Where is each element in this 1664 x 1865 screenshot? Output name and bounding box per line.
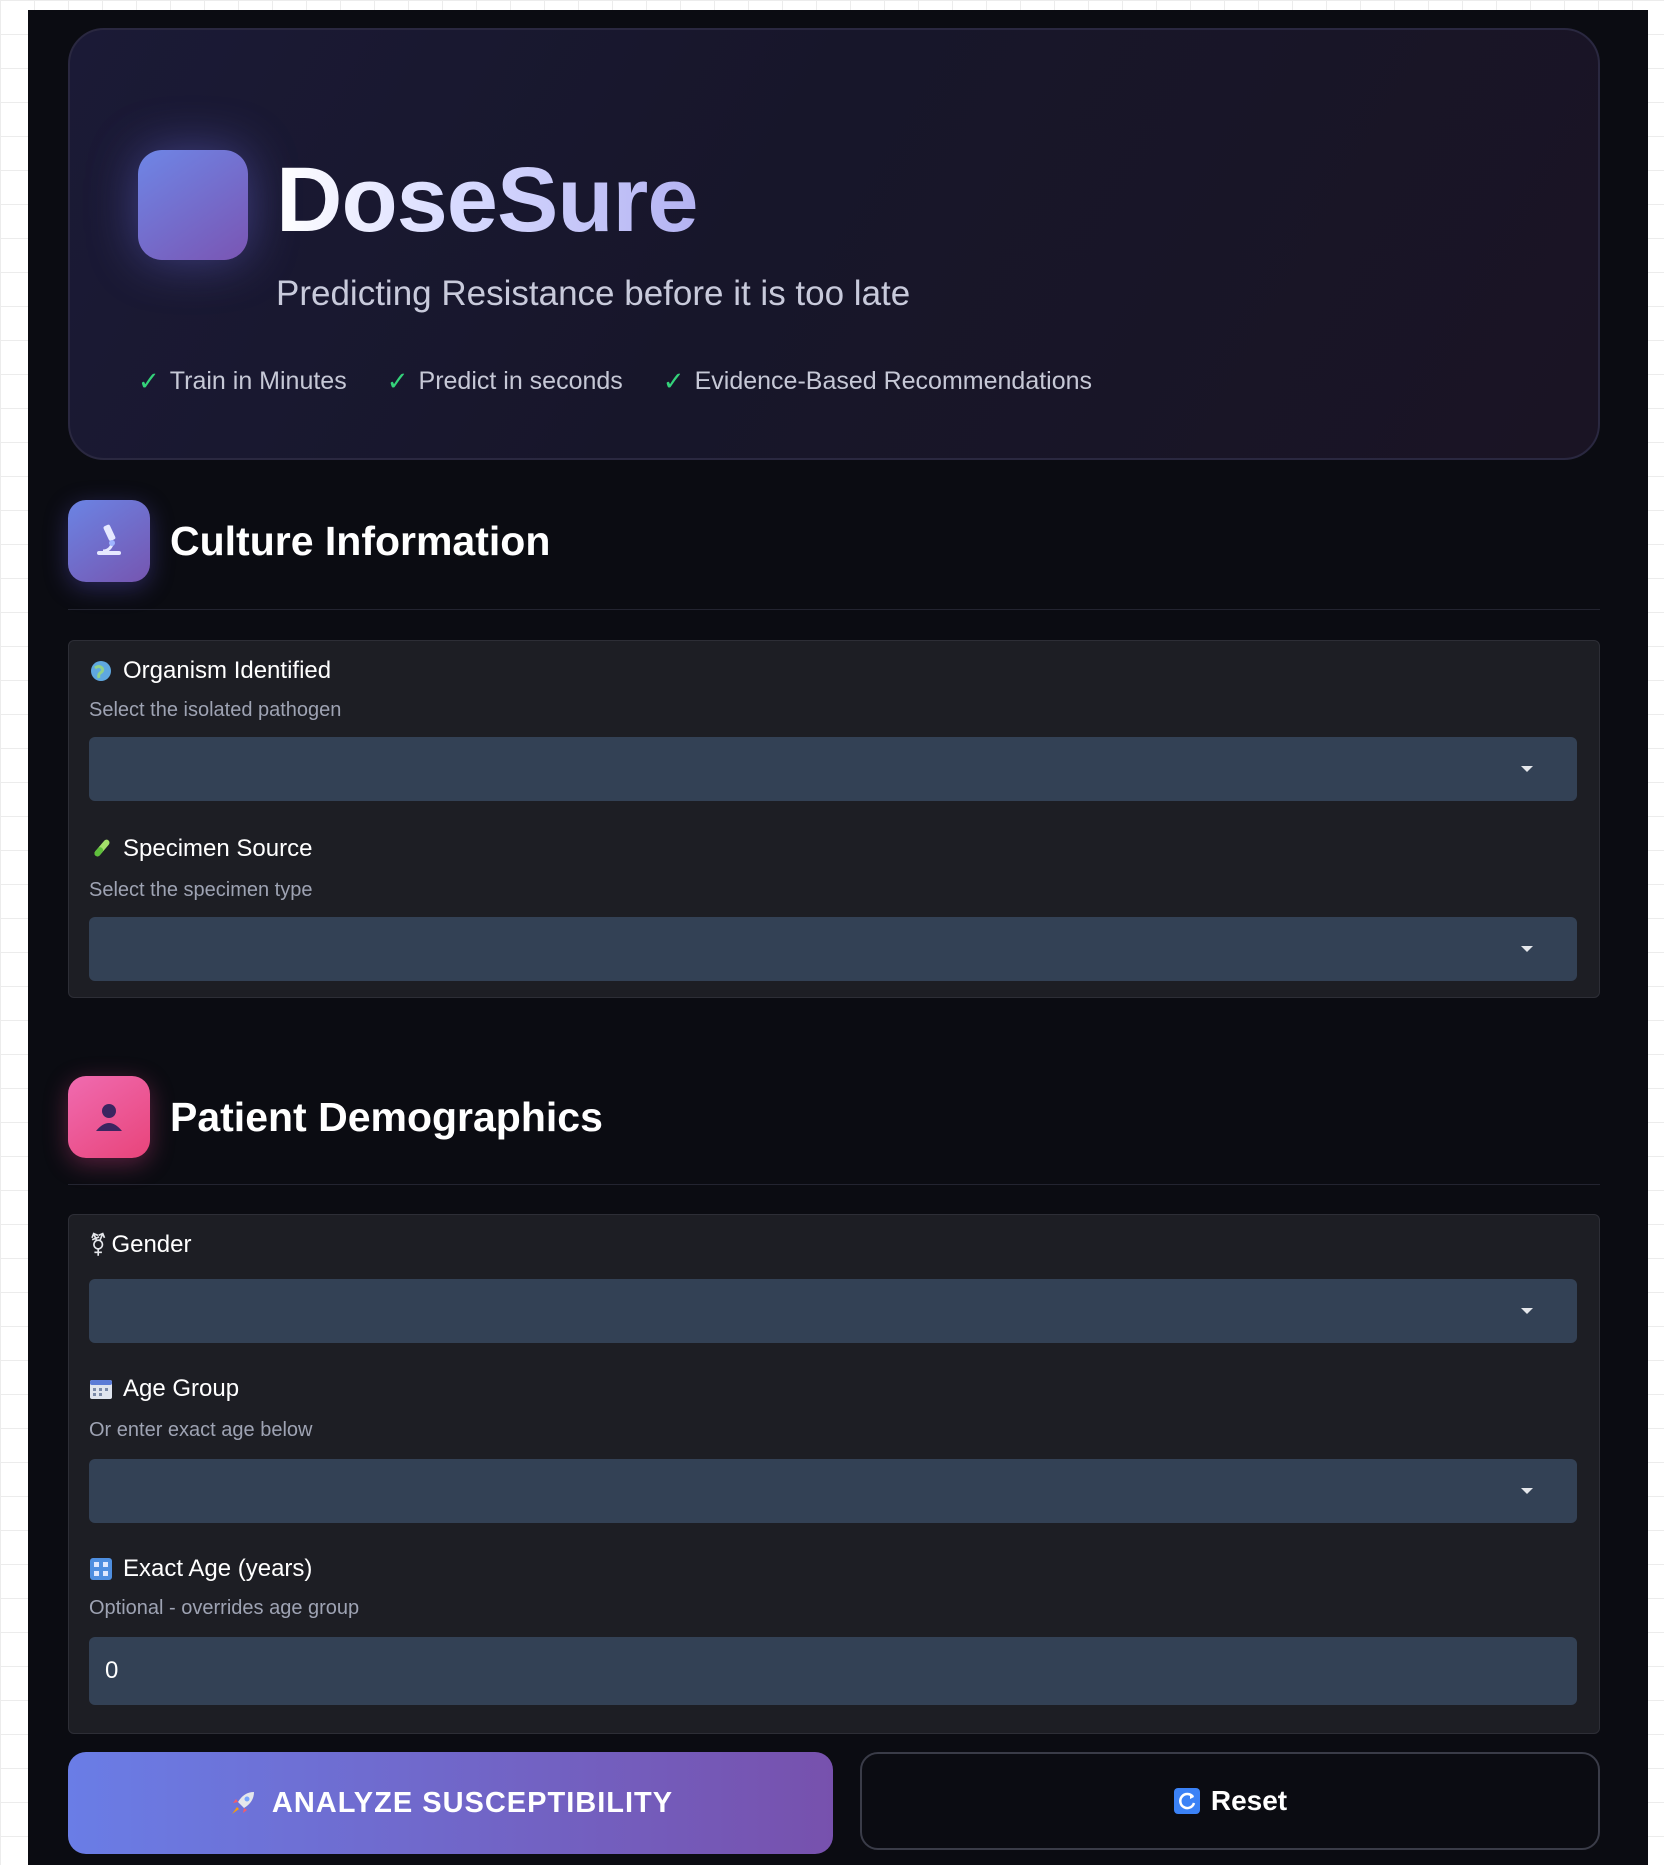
- specimen-label: Specimen Source: [89, 835, 312, 863]
- organism-hint: Select the isolated pathogen: [89, 699, 342, 721]
- reset-button-label: Reset: [1210, 1785, 1288, 1816]
- demographics-section-title: Patient Demographics: [170, 1093, 603, 1140]
- app-container: DoseSure Predicting Resistance before it…: [28, 10, 1648, 1865]
- organism-label-text: Organism Identified: [123, 657, 332, 684]
- rocket-icon: [228, 1788, 258, 1818]
- calendar-icon: [89, 1377, 113, 1401]
- section-divider: [68, 609, 1600, 610]
- chevron-down-icon: [1521, 766, 1533, 772]
- feature-list: ✓ Train in Minutes ✓ Predict in seconds …: [138, 366, 1092, 397]
- age-group-label: Age Group: [89, 1375, 239, 1403]
- specimen-select[interactable]: [89, 917, 1577, 981]
- person-icon: [68, 1076, 150, 1158]
- microscope-icon: [68, 500, 150, 582]
- globe-icon: [89, 659, 113, 683]
- reset-button[interactable]: Reset: [860, 1752, 1600, 1850]
- chevron-down-icon: [1521, 1488, 1533, 1494]
- age-group-hint: Or enter exact age below: [89, 1419, 313, 1441]
- hero-card: DoseSure Predicting Resistance before it…: [68, 28, 1600, 460]
- feature-item: ✓ Evidence-Based Recommendations: [663, 366, 1092, 397]
- analyze-button[interactable]: ANALYZE SUSCEPTIBILITY: [68, 1752, 833, 1854]
- feature-item: ✓ Predict in seconds: [387, 366, 623, 397]
- check-icon: ✓: [386, 366, 409, 396]
- exact-age-input[interactable]: [89, 1637, 1577, 1705]
- demographics-card: ⚧ Gender Age Group Or enter exact age be…: [68, 1214, 1600, 1734]
- feature-label: Train in Minutes: [169, 367, 347, 395]
- age-group-select[interactable]: [89, 1459, 1577, 1523]
- app-subtitle: Predicting Resistance before it is too l…: [276, 274, 911, 313]
- culture-card: Organism Identified Select the isolated …: [68, 640, 1600, 998]
- culture-section-title: Culture Information: [170, 517, 551, 564]
- analyze-button-label: ANALYZE SUSCEPTIBILITY: [271, 1786, 674, 1819]
- organism-select[interactable]: [89, 737, 1577, 801]
- organism-label: Organism Identified: [89, 657, 331, 685]
- exact-age-label: Exact Age (years): [89, 1555, 312, 1583]
- feature-label: Predict in seconds: [418, 367, 623, 395]
- chevron-down-icon: [1521, 946, 1533, 952]
- gender-label: ⚧ Gender: [89, 1231, 192, 1259]
- number-keypad-icon: [89, 1557, 113, 1581]
- chevron-down-icon: [1521, 1308, 1533, 1314]
- gender-select[interactable]: [89, 1279, 1577, 1343]
- logo-icon: [138, 150, 248, 260]
- exact-age-label-text: Exact Age (years): [123, 1555, 313, 1582]
- check-icon: ✓: [138, 366, 160, 396]
- gender-symbol-icon: ⚧: [89, 1232, 108, 1257]
- exact-age-hint: Optional - overrides age group: [89, 1597, 360, 1619]
- refresh-icon: [1173, 1787, 1201, 1815]
- section-divider: [68, 1184, 1600, 1185]
- feature-item: ✓ Train in Minutes: [138, 366, 347, 397]
- specimen-label-text: Specimen Source: [123, 835, 313, 862]
- check-icon: ✓: [662, 366, 685, 396]
- gender-label-text: Gender: [111, 1231, 192, 1258]
- demographics-section-header: Patient Demographics: [68, 1076, 603, 1158]
- app-title: DoseSure: [276, 149, 698, 251]
- specimen-hint: Select the specimen type: [89, 879, 313, 901]
- culture-section-header: Culture Information: [68, 500, 550, 582]
- age-group-label-text: Age Group: [123, 1375, 240, 1402]
- feature-label: Evidence-Based Recommendations: [694, 367, 1093, 395]
- test-tube-icon: [89, 837, 113, 861]
